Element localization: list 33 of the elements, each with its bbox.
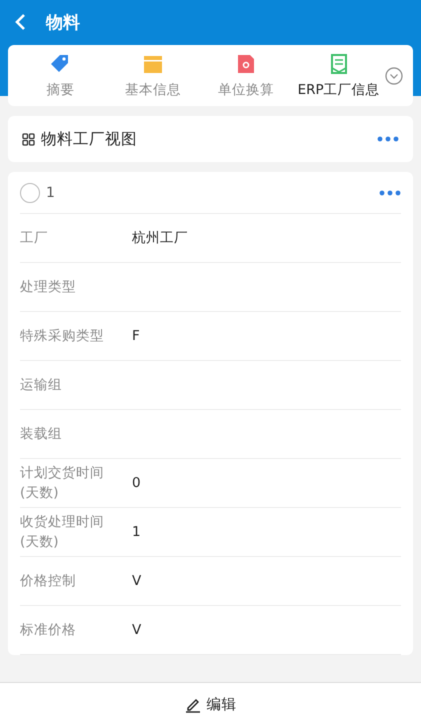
field-label: 特殊采购类型 [20,327,105,346]
tab[interactable]: 单位换算 [200,52,292,98]
page-title: 物料 [46,12,80,34]
field-label: 标准价格 [20,621,77,640]
more-button[interactable] [379,190,401,196]
select-checkbox[interactable] [20,182,40,202]
edit-button[interactable]: 编辑 [178,694,242,715]
section-title: 物料工厂视图 [41,128,138,150]
chevron-down-icon [385,66,403,84]
field-label: 工厂 [20,229,49,248]
field-label: 收货处理时间(天数) [20,513,105,552]
more-icon [377,136,399,142]
field-value: 1 [132,524,141,540]
back-icon [14,13,26,31]
back-button[interactable] [14,13,26,31]
field-value: F [132,328,140,344]
field-label: 处理类型 [20,278,77,297]
field-label: 装载组 [20,425,63,444]
tab[interactable]: ERP工厂信息 [292,52,385,98]
field-value: V [132,573,142,589]
tab[interactable]: 摘要 [14,52,107,98]
grid-icon [22,132,35,146]
field-value: 0 [132,475,141,491]
more-button[interactable] [377,136,399,142]
tab[interactable]: 基本信息 [106,52,200,98]
more-icon [379,190,401,196]
field-value: 杭州工厂 [132,229,188,247]
field-label: 价格控制 [20,572,77,591]
pencil-icon [184,696,200,712]
field-label: 计划交货时间(天数) [20,464,105,503]
field-label: 运输组 [20,376,63,395]
field-value: V [132,622,142,638]
record-number: 1 [46,184,56,200]
